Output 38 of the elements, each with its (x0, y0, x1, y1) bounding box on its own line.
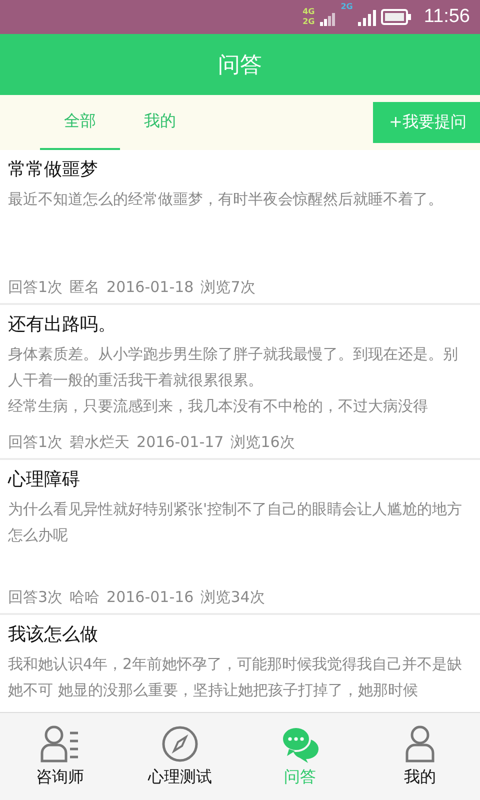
person-list-icon (40, 725, 80, 763)
network-label: 2G (302, 17, 315, 27)
author-name: 匿名 (70, 277, 100, 297)
battery-icon (380, 9, 411, 25)
question-card[interactable]: 还有出路吗。 身体素质差。从小学跑步男生除了胖子就我最慢了。到现在还是。别人干着一般的重活我干着就很累很累。 经常生病，只要流感到来，我几本没有不中枪的，不过大病没得 回答1次 碧水烂天 2016-01-17 浏览16次 (0, 305, 480, 460)
nav-item[interactable]: 我的 (360, 713, 480, 800)
question-title: 还有出路吗。 (8, 313, 117, 337)
answer-count: 回答1次 (8, 277, 63, 297)
question-text: 经常生病，只要流感到来，我几本没有不中枪的，不过大病没得 (8, 396, 429, 417)
question-title: 常常做噩梦 (8, 158, 99, 182)
answer-count: 回答1次 (8, 432, 63, 452)
view-count: 浏览34次 (200, 587, 265, 607)
post-date: 2016-01-16 (106, 587, 194, 607)
network-label: 2G (340, 2, 353, 12)
question-text: 身体素质差。从小学跑步男生除了胖子就我最慢了。到现在还是。别人干着一般的重活我干着就很累很累。 (8, 344, 459, 391)
nav-item[interactable]: 咨询师 (0, 713, 120, 800)
nav-item[interactable]: 心理测试 (120, 713, 240, 800)
post-date: 2016-01-17 (136, 432, 224, 452)
view-count: 浏览7次 (200, 277, 256, 297)
person-icon (404, 725, 436, 763)
chat-bubbles-icon (281, 725, 319, 763)
question-card[interactable]: 心理障碍 为什么看见异性就好特别紧张'控制不了自己的眼睛会让人尴尬的地方怎么办呢 回答3次 哈哈 2016-01-16 浏览34次 (0, 460, 480, 615)
author-name: 哈哈 (70, 587, 100, 607)
question-text: 为什么看见异性就好特别紧张'控制不了自己的眼睛会让人尴尬的地方怎么办呢 (8, 499, 464, 546)
post-date: 2016-01-18 (106, 277, 194, 297)
signal-icon (358, 8, 376, 26)
question-card[interactable]: 常常做噩梦 最近不知道怎么的经常做噩梦，有时半夜会惊醒然后就睡不着了。 回答1次 匿名 2016-01-18 浏览7次 (0, 150, 480, 305)
question-text: 我和她认识4年，2年前她怀孕了，可能那时候我觉得我自己并不是缺她不可 她显的没那么重要，坚持让她把孩子打掉了，她那时候 (8, 654, 464, 701)
question-title: 心理障碍 (8, 468, 81, 492)
author-name: 碧水烂天 (70, 432, 130, 452)
compass-icon (161, 725, 199, 763)
clock-time: 11:56 (424, 6, 470, 28)
question-text: 最近不知道怎么的经常做噩梦，有时半夜会惊醒然后就睡不着了。 (8, 189, 444, 210)
question-title: 我该怎么做 (8, 623, 99, 647)
network-label: 4G (302, 7, 315, 17)
view-count: 浏览16次 (230, 432, 295, 452)
answer-count: 回答3次 (8, 587, 63, 607)
page-title: 问答 (218, 52, 262, 80)
